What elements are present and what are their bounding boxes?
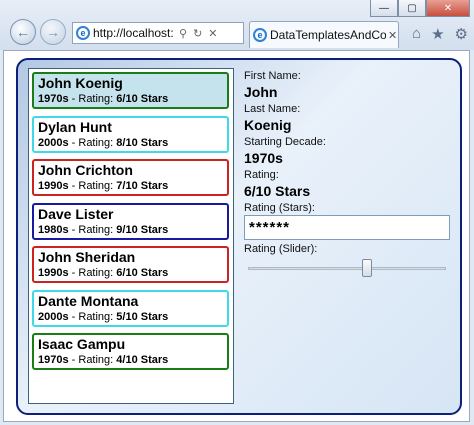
tab-title: DataTemplatesAndCo... (270, 28, 386, 42)
item-rating-label: Rating: (78, 93, 114, 105)
item-name: John Crichton (38, 162, 133, 178)
item-rating: 7/10 Stars (116, 180, 169, 192)
browser-chrome: — ▢ ✕ ← → e http://localhost: ⚲ ↻ ✕ e Da… (0, 0, 474, 50)
first-name-label: First Name: (244, 70, 301, 82)
rating-value: 6/10 Stars (244, 183, 311, 199)
item-rating: 8/10 Stars (116, 136, 169, 149)
item-rating-label: Rating: (78, 136, 114, 149)
forward-button[interactable]: → (40, 19, 66, 45)
item-details: 1990s - Rating: 6/10 Stars (38, 267, 169, 279)
item-rating: 6/10 Stars (116, 93, 169, 105)
item-decade: 1970s (38, 93, 69, 105)
item-details: 2000s - Rating: 5/10 Stars (38, 310, 169, 323)
rating-label: Rating: (244, 169, 279, 181)
list-item[interactable]: Dave Lister 1980s - Rating: 9/10 Stars (32, 202, 229, 240)
list-item[interactable]: John Sheridan 1990s - Rating: 6/10 Stars (32, 246, 229, 283)
maximize-button[interactable]: ▢ (398, 0, 426, 17)
gear-icon[interactable]: ⚙ (455, 25, 468, 43)
home-icon[interactable]: ⌂ (412, 25, 421, 43)
favorites-icon[interactable]: ★ (431, 25, 444, 43)
stop-icon[interactable]: ✕ (208, 27, 217, 40)
item-decade: 1970s (38, 354, 69, 366)
item-name: John Sheridan (38, 249, 136, 265)
rating-slider[interactable] (244, 256, 450, 280)
detail-panel: First Name: John Last Name: Koenig Start… (244, 70, 450, 280)
item-decade: 1990s (38, 180, 69, 192)
page-viewport: John Koenig 1970s - Rating: 6/10 Stars Dyl… (3, 50, 470, 422)
close-window-button[interactable]: ✕ (426, 0, 470, 17)
rating-stars-input[interactable]: ****** (244, 215, 450, 240)
people-listbox[interactable]: John Koenig 1970s - Rating: 6/10 Stars Dyl… (28, 68, 234, 404)
list-item[interactable]: John Koenig 1970s - Rating: 6/10 Stars (32, 72, 229, 109)
item-name: Dante Montana (38, 292, 139, 309)
item-decade: 2000s (38, 136, 69, 149)
item-details: 1980s - Rating: 9/10 Stars (38, 223, 169, 236)
item-rating-label: Rating: (78, 267, 114, 279)
item-details: 1990s - Rating: 7/10 Stars (38, 180, 169, 192)
refresh-icon[interactable]: ↻ (193, 27, 202, 40)
item-details: 1970s - Rating: 4/10 Stars (38, 354, 169, 366)
first-name-value: John (244, 84, 278, 100)
list-item[interactable]: Dante Montana 2000s - Rating: 5/10 Stars (32, 289, 229, 327)
last-name-value: Koenig (244, 117, 292, 133)
item-rating: 4/10 Stars (116, 354, 169, 366)
tab-datatemplates[interactable]: e DataTemplatesAndCo... ✕ (249, 21, 399, 48)
ie-page-icon: e (76, 26, 90, 40)
rating-slider-label: Rating (Slider): (244, 243, 318, 255)
back-arrow-icon: ← (16, 24, 30, 40)
forward-arrow-icon: → (46, 24, 60, 40)
tab-close-icon[interactable]: ✕ (388, 29, 397, 42)
back-button[interactable]: ← (10, 19, 36, 45)
item-rating: 9/10 Stars (116, 223, 169, 236)
item-rating: 5/10 Stars (116, 310, 169, 323)
slider-thumb[interactable] (361, 259, 372, 277)
item-details: 2000s - Rating: 8/10 Stars (38, 136, 169, 149)
list-item[interactable]: Isaac Gampu 1970s - Rating: 4/10 Stars (32, 333, 229, 370)
slider-track[interactable] (248, 267, 446, 270)
item-rating: 6/10 Stars (116, 267, 169, 279)
search-icon[interactable]: ⚲ (179, 27, 187, 40)
item-name: Dylan Hunt (38, 118, 112, 135)
item-name: John Koenig (38, 75, 123, 91)
address-bar[interactable]: e http://localhost: ⚲ ↻ ✕ (72, 22, 244, 44)
item-details: 1970s - Rating: 6/10 Stars (38, 93, 169, 105)
item-rating-label: Rating: (78, 180, 114, 192)
rating-stars-label: Rating (Stars): (244, 202, 315, 214)
item-name: Isaac Gampu (38, 336, 126, 352)
item-decade: 1980s (38, 223, 69, 236)
item-decade: 2000s (38, 310, 69, 323)
item-decade: 1990s (38, 267, 69, 279)
list-item[interactable]: John Crichton 1990s - Rating: 7/10 Stars (32, 159, 229, 196)
starting-decade-label: Starting Decade: (244, 136, 326, 148)
list-item[interactable]: Dylan Hunt 2000s - Rating: 8/10 Stars (32, 115, 229, 153)
tab-page-icon: e (253, 28, 267, 42)
item-rating-label: Rating: (78, 310, 114, 323)
item-rating-label: Rating: (78, 354, 114, 366)
last-name-label: Last Name: (244, 103, 301, 115)
minimize-button[interactable]: — (370, 0, 398, 17)
toolbar-icons: ⌂ ★ ⚙ (412, 25, 468, 43)
app-container: John Koenig 1970s - Rating: 6/10 Stars Dyl… (16, 58, 462, 415)
address-url[interactable]: http://localhost: (93, 26, 175, 40)
starting-decade-value: 1970s (244, 150, 283, 166)
item-name: Dave Lister (38, 205, 114, 222)
item-rating-label: Rating: (78, 223, 114, 236)
window-controls: — ▢ ✕ (370, 0, 470, 17)
